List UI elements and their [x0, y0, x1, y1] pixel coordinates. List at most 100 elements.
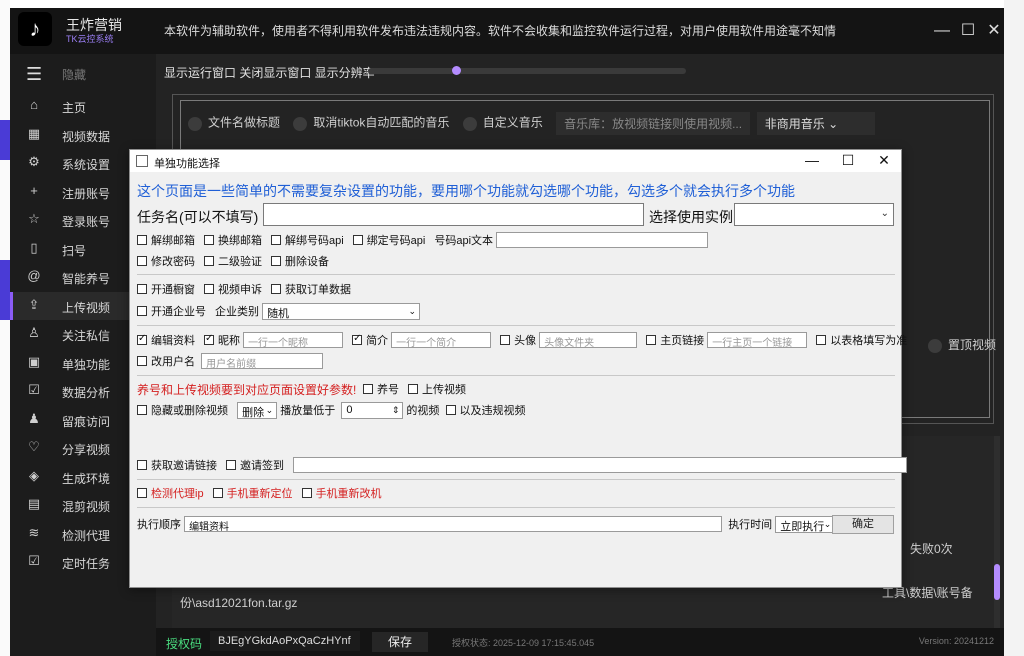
film-icon: ▦: [27, 125, 41, 141]
instance-label: 选择使用实例: [649, 209, 733, 225]
warning-text: 养号和上传视频要到对应页面设置好参数!: [137, 382, 357, 397]
dialog-minimize-button[interactable]: —: [802, 152, 822, 170]
music-type-select[interactable]: 非商用音乐 ⌄: [756, 112, 875, 135]
invite-text-input[interactable]: [293, 457, 908, 473]
avatar-folder-input[interactable]: 头像文件夹: [539, 332, 638, 349]
phone-api-text-input[interactable]: [496, 232, 709, 248]
video-appeal-checkbox[interactable]: [204, 284, 214, 294]
sidebar-item[interactable]: ▦ 视频数据: [10, 121, 156, 149]
plus-icon: +: [30, 182, 38, 198]
two-step-checkbox[interactable]: [204, 256, 214, 266]
log-scrollbar-thumb[interactable]: [994, 564, 1000, 600]
homepage-link-checkbox[interactable]: [646, 335, 657, 345]
hide-delete-action-select[interactable]: 删除 ⌄: [237, 401, 278, 419]
delete-device-checkbox[interactable]: [271, 256, 281, 266]
hamburger-menu-icon[interactable]: ☰: [26, 64, 42, 85]
video-appeal-label: 视频申诉: [218, 284, 262, 296]
phone-icon: ▯: [30, 239, 38, 255]
business-type-select[interactable]: 随机 ⌄: [262, 302, 421, 320]
change-email-checkbox[interactable]: [204, 235, 214, 245]
exec-time-value: 立即执行: [780, 520, 825, 533]
pin-video-radio[interactable]: [928, 338, 942, 353]
raise-account-checkbox[interactable]: [363, 384, 374, 394]
maximize-button[interactable]: ☐: [956, 19, 980, 43]
log-scrollbar[interactable]: [994, 436, 1000, 646]
violation-videos-checkbox[interactable]: [445, 405, 456, 415]
music-type-value: 非商用音乐: [764, 117, 825, 131]
open-business-label: 开通企业号: [151, 306, 206, 318]
music-library-input[interactable]: 音乐库：放视频链接则使用视频...: [556, 112, 751, 135]
window-controls-text[interactable]: 显示运行窗口 关闭显示窗口 显示分辨率: [164, 64, 375, 81]
relocate-phone-checkbox[interactable]: [212, 488, 223, 498]
sidebar-item-label: 分享视频: [62, 443, 111, 457]
sidebar-item[interactable]: ⌂ 主页: [10, 92, 156, 120]
unbind-phone-api-label: 解绑号码api: [285, 235, 344, 247]
edit-profile-checkbox[interactable]: [137, 333, 147, 345]
unbind-email-checkbox[interactable]: [137, 235, 147, 245]
4k-icon: ▣: [27, 353, 41, 369]
calendar-check-icon: ☑: [28, 382, 40, 397]
sidebar-item-label: 关注私信: [62, 329, 111, 343]
sidebar-item-label: 登录账号: [62, 215, 111, 229]
instance-select[interactable]: ⌄: [734, 203, 894, 226]
avatar-checkbox[interactable]: [500, 335, 511, 345]
open-showcase-checkbox[interactable]: [137, 284, 147, 294]
bottom-bar: 授权码 BJEgYGkdAoPxQaCzHYnf 保存 授权状态: 2025-1…: [156, 628, 1004, 656]
star-icon: ☆: [28, 211, 40, 226]
upload-video-checkbox[interactable]: [408, 384, 419, 394]
homepage-link-input[interactable]: 一行主页一个链接: [707, 332, 808, 349]
confirm-button[interactable]: 确定: [832, 515, 894, 534]
save-button[interactable]: 保存: [372, 632, 428, 652]
business-type-label: 企业类别: [215, 306, 259, 318]
dialog-maximize-button[interactable]: ☐: [838, 152, 858, 170]
unbind-phone-api-checkbox[interactable]: [271, 235, 281, 245]
remodel-phone-checkbox[interactable]: [301, 488, 312, 498]
dialog-app-icon: [136, 155, 148, 167]
get-order-checkbox[interactable]: [271, 284, 281, 294]
hide-sidebar-label[interactable]: 隐藏: [62, 66, 86, 83]
custom-music-radio[interactable]: [462, 116, 477, 131]
open-business-checkbox[interactable]: [137, 306, 147, 316]
unbind-email-label: 解绑邮箱: [151, 235, 195, 247]
desktop-right-edge: [1004, 0, 1024, 656]
auth-code-field[interactable]: BJEgYGkdAoPxQaCzHYnf: [210, 631, 360, 651]
nickname-input[interactable]: 一行一个昵称: [243, 332, 344, 349]
bio-input[interactable]: 一行一个简介: [391, 332, 492, 349]
edit-profile-label: 编辑资料: [151, 335, 195, 347]
invite-signin-checkbox[interactable]: [226, 460, 236, 470]
plays-threshold-stepper[interactable]: 0 ⇕: [341, 401, 404, 419]
table-fill-checkbox[interactable]: [816, 335, 827, 345]
exec-order-input[interactable]: 编辑资料: [184, 516, 723, 533]
get-order-label: 获取订单数据: [285, 284, 351, 296]
resolution-slider[interactable]: [368, 68, 686, 74]
get-invite-link-checkbox[interactable]: [137, 460, 147, 470]
pin-video-option[interactable]: 置顶视频: [928, 336, 996, 353]
exec-time-select[interactable]: 立即执行 ⌄: [775, 515, 836, 533]
change-password-checkbox[interactable]: [137, 256, 147, 266]
cancel-music-radio[interactable]: [293, 116, 308, 131]
desktop-left-edge: [0, 0, 10, 656]
resolution-slider-handle[interactable]: [452, 66, 461, 75]
bio-checkbox[interactable]: [352, 333, 363, 345]
get-invite-link-label: 获取邀请链接: [151, 460, 217, 472]
task-name-label: 任务名(可以不填写): [137, 209, 259, 225]
dialog-close-button[interactable]: ✕: [874, 152, 894, 170]
nickname-checkbox[interactable]: [204, 333, 214, 345]
sidebar-item-label: 系统设置: [62, 158, 111, 172]
filename-title-label: 文件名做标题: [208, 115, 281, 130]
profile-row-1: 编辑资料 昵称 一行一个昵称 简介 一行一个简介 头像 头像文件夹 主页链接 一…: [137, 332, 907, 349]
hide-delete-checkbox[interactable]: [137, 405, 147, 415]
username-prefix-input[interactable]: 用户名前缀: [201, 353, 324, 370]
filename-title-radio[interactable]: [188, 116, 202, 131]
divider: [137, 375, 895, 376]
check-proxy-checkbox[interactable]: [137, 488, 147, 498]
spinner-icon: ⇕: [391, 404, 400, 415]
remodel-phone-label: 手机重新改机: [315, 488, 382, 500]
check-proxy-label: 检测代理ip: [151, 488, 204, 500]
bind-phone-api-checkbox[interactable]: [352, 235, 363, 245]
task-name-input[interactable]: [263, 203, 644, 226]
minimize-button[interactable]: —: [930, 19, 954, 43]
change-username-checkbox[interactable]: [137, 356, 147, 366]
close-button[interactable]: ✕: [982, 19, 1006, 43]
invite-signin-label: 邀请签到: [240, 460, 284, 472]
